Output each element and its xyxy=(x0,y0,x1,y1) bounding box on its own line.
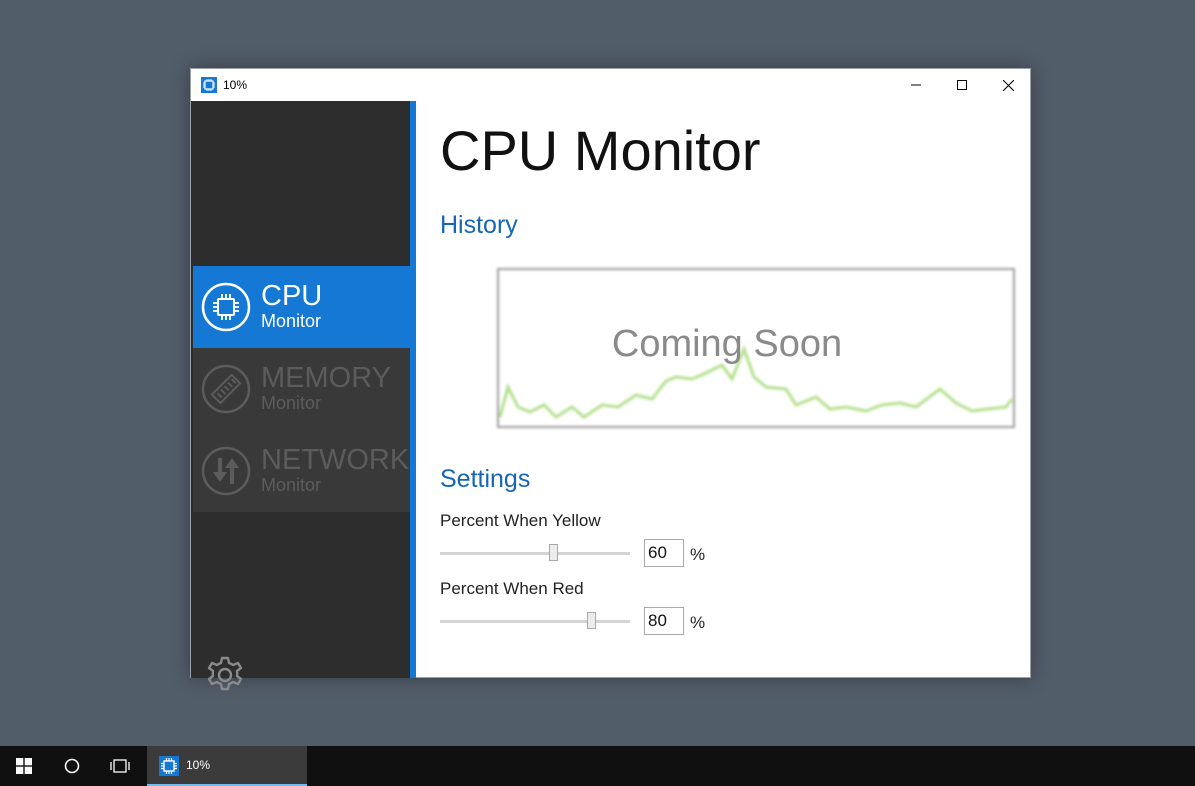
window-title: 10% xyxy=(223,78,248,92)
cortana-button[interactable] xyxy=(48,746,96,786)
close-button[interactable] xyxy=(985,69,1031,101)
app-window: 10% CPU Monitor MEMORY Monitor NETWORK M… xyxy=(190,68,1031,691)
minimize-button[interactable] xyxy=(893,69,939,101)
sidebar-item-subtitle: Monitor xyxy=(261,311,322,331)
close-icon xyxy=(1002,79,1014,91)
red-threshold-input[interactable]: 80 xyxy=(644,607,684,635)
network-arrows-icon xyxy=(201,446,251,496)
memory-stick-icon xyxy=(201,364,251,414)
sidebar-item-cpu[interactable]: CPU Monitor xyxy=(193,266,410,348)
sidebar-item-memory[interactable]: MEMORY Monitor xyxy=(193,348,410,430)
settings-heading: Settings xyxy=(440,465,531,493)
coming-soon-label: Coming Soon xyxy=(611,323,843,365)
taskbar-app-button[interactable]: 10% xyxy=(147,746,307,786)
red-threshold-slider[interactable] xyxy=(440,611,630,631)
yellow-threshold-unit: % xyxy=(690,545,706,564)
slider-thumb[interactable] xyxy=(549,544,558,561)
app-cpu-icon xyxy=(159,756,179,776)
maximize-icon xyxy=(957,80,967,90)
start-button[interactable] xyxy=(0,746,48,786)
slider-track xyxy=(440,552,630,555)
main-content: CPU Monitor History Coming Soon Settings… xyxy=(416,101,1030,678)
sidebar-item-network[interactable]: NETWORK Monitor xyxy=(193,430,410,512)
sidebar-item-title: CPU xyxy=(261,280,323,312)
cortana-circle-icon xyxy=(64,758,80,774)
maximize-button[interactable] xyxy=(939,69,985,101)
red-threshold-label: Percent When Red xyxy=(440,579,584,598)
task-view-button[interactable] xyxy=(96,746,144,786)
slider-track xyxy=(440,620,630,623)
title-bar[interactable]: 10% xyxy=(191,69,1030,101)
taskbar-app-label: 10% xyxy=(186,758,211,772)
yellow-threshold-label: Percent When Yellow xyxy=(440,511,601,530)
slider-thumb[interactable] xyxy=(587,612,596,629)
sidebar-item-subtitle: Monitor xyxy=(261,393,322,413)
sidebar: CPU Monitor MEMORY Monitor NETWORK Monit… xyxy=(191,101,410,691)
windows-start-icon xyxy=(16,758,32,774)
yellow-threshold-slider[interactable] xyxy=(440,543,630,563)
gear-icon[interactable] xyxy=(203,653,247,697)
yellow-threshold-input[interactable]: 60 xyxy=(644,539,684,567)
cpu-chip-icon xyxy=(201,282,251,332)
task-view-icon xyxy=(110,759,130,773)
sidebar-item-title: NETWORK xyxy=(261,444,410,476)
sidebar-item-subtitle: Monitor xyxy=(261,475,322,495)
history-heading: History xyxy=(440,211,518,239)
sidebar-item-title: MEMORY xyxy=(261,362,391,394)
app-cpu-icon xyxy=(201,77,217,93)
red-threshold-unit: % xyxy=(690,613,706,632)
page-title: CPU Monitor xyxy=(440,119,761,182)
taskbar: 10% xyxy=(0,746,1195,786)
minimize-icon xyxy=(911,84,921,86)
